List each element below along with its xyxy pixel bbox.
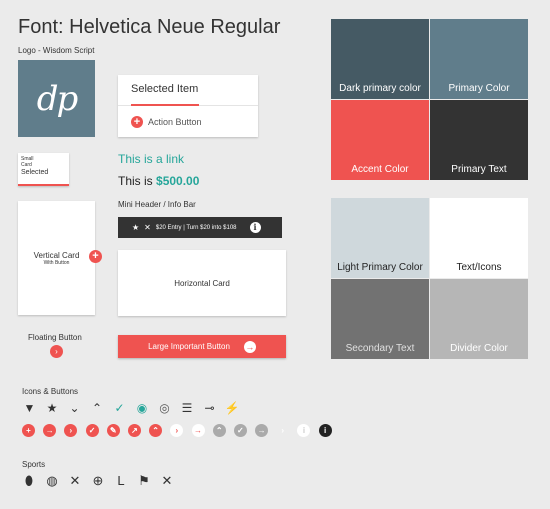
price-amount: $500.00 [156,174,200,188]
arrow-right-circle-icon[interactable]: → [43,424,57,437]
page-title: Font: Helvetica Neue Regular [18,16,281,38]
swatch-grid-bottom: Light Primary Color Text/Icons Secondary T… [331,198,529,359]
swatch-label: Primary Text [451,164,507,175]
floating-button[interactable]: › [50,345,63,358]
small-card-line2: Card [21,162,32,168]
sports-section-label: Sports [22,460,46,469]
plus-circle-icon[interactable]: + [22,424,35,437]
edit-circle-icon[interactable]: ✎ [106,424,120,437]
vertical-card[interactable]: Vertical Card With Button [18,201,95,315]
hockey-sticks-icon: ✕ [144,223,151,232]
baseball-icon[interactable]: ◍ [45,473,59,488]
mini-header-label: Mini Header / Info Bar [118,200,196,209]
swatch-label: Text/Icons [456,262,502,273]
chevron-up-icon[interactable]: ⌃ [90,400,105,415]
floating-button-label: Floating Button [28,333,82,342]
racing-flag-icon[interactable]: ⚑ [137,473,151,488]
key-icon[interactable]: ⊸ [202,400,217,415]
swatch-label: Divider Color [450,343,508,354]
swatch-label: Dark primary color [339,83,421,94]
swatch-dark-primary-color: Dark primary color [331,19,429,99]
icons-section-label: Icons & Buttons [22,387,79,396]
logo-text: dp [36,78,79,119]
lightning-icon[interactable]: ⚡ [225,400,240,415]
small-card-selected: Selected [21,169,49,176]
info-dark-icon[interactable]: i [318,424,332,437]
basketball-icon[interactable]: ⊕ [91,473,105,488]
selected-item-card: Selected Item + Action Button [118,75,258,137]
small-card[interactable]: Small Card Selected [18,153,69,186]
check-icon[interactable]: ✓ [112,400,127,415]
star-down-icon: ★ [132,223,140,232]
hockey-sticks-icon[interactable]: ✕ [160,473,174,488]
swatch-label: Secondary Text [345,343,415,354]
chevron-up-grey-icon[interactable]: ⌃ [212,424,226,437]
swatch-light-primary-color: Light Primary Color [331,198,429,278]
info-white-icon[interactable]: i [297,424,311,437]
small-card-indicator [18,184,69,186]
sort-lines-icon[interactable]: ☰ [180,400,195,415]
swatch-label: Accent Color [351,164,409,175]
selected-indicator [131,104,199,106]
rss-outline-icon[interactable]: ◎ [157,400,172,415]
example-link[interactable]: This is a link [118,152,184,166]
swatch-label: Light Primary Color [337,262,423,273]
filter-icon[interactable]: ▼ [22,400,37,415]
rss-filled-icon[interactable]: ◉ [135,400,150,415]
chevron-down-icon[interactable]: ⌄ [67,400,82,415]
logo-label: Logo - Wisdom Script [18,46,95,55]
horizontal-card-title: Horizontal Card [174,278,230,288]
icons-row-plain: ▼ ★ ⌄ ⌃ ✓ ◉ ◎ ☰ ⊸ ⚡ [22,400,247,415]
info-icon[interactable]: i [249,222,261,233]
chevron-up-circle-icon[interactable]: ⌃ [149,424,163,437]
check-circle-icon[interactable]: ✓ [85,424,99,437]
info-bar: ★ ✕ $20 Entry | Turn $20 into $108 i [118,217,282,238]
logo: dp [18,60,95,137]
golf-icon[interactable]: L [114,473,128,488]
plus-icon[interactable]: + [131,116,143,128]
selected-item[interactable]: Selected Item [131,83,198,95]
icons-row-circles: + → › ✓ ✎ ↗ ⌃ › → ⌃ ✓ → › i i [22,424,340,437]
arrow-right-grey-icon[interactable]: → [255,424,269,437]
info-bar-text: $20 Entry | Turn $20 into $108 [155,224,237,231]
hockey-icon[interactable]: ✕ [68,473,82,488]
football-icon[interactable]: ⬮ [22,473,36,488]
swatch-primary-text: Primary Text [430,100,528,180]
vertical-card-subtitle: With Button [43,259,70,266]
arrow-right-icon: → [243,340,256,353]
action-button[interactable]: Action Button [148,117,202,127]
check-grey-icon[interactable]: ✓ [233,424,247,437]
swatch-secondary-text: Secondary Text [331,279,429,359]
chevron-right-circle-icon[interactable]: › [64,424,78,437]
swatch-text-icons: Text/Icons [430,198,528,278]
star-down-icon[interactable]: ★ [45,400,60,415]
swatch-grid-top: Dark primary color Primary Color Accent Co… [331,19,529,182]
chevron-right-white-icon[interactable]: › [170,424,184,437]
swatch-divider-color: Divider Color [430,279,528,359]
swatch-label: Primary Color [448,83,510,94]
arrow-upright-circle-icon[interactable]: ↗ [127,424,141,437]
price-text: This is $500.00 [118,174,199,188]
arrow-right-white-icon[interactable]: → [191,424,205,437]
vertical-card-add-button[interactable]: + [89,250,102,263]
large-button-label: Large Important Button [148,342,230,351]
horizontal-card[interactable]: Horizontal Card [118,250,286,316]
chevron-right-plain-icon[interactable]: › [276,424,289,437]
sports-icons-row: ⬮ ◍ ✕ ⊕ L ⚑ ✕ [22,473,183,489]
swatch-primary-color: Primary Color [430,19,528,99]
vertical-card-title: Vertical Card [33,250,80,260]
swatch-accent-color: Accent Color [331,100,429,180]
price-prefix: This is [118,174,157,188]
large-important-button[interactable]: Large Important Button → [118,335,286,358]
